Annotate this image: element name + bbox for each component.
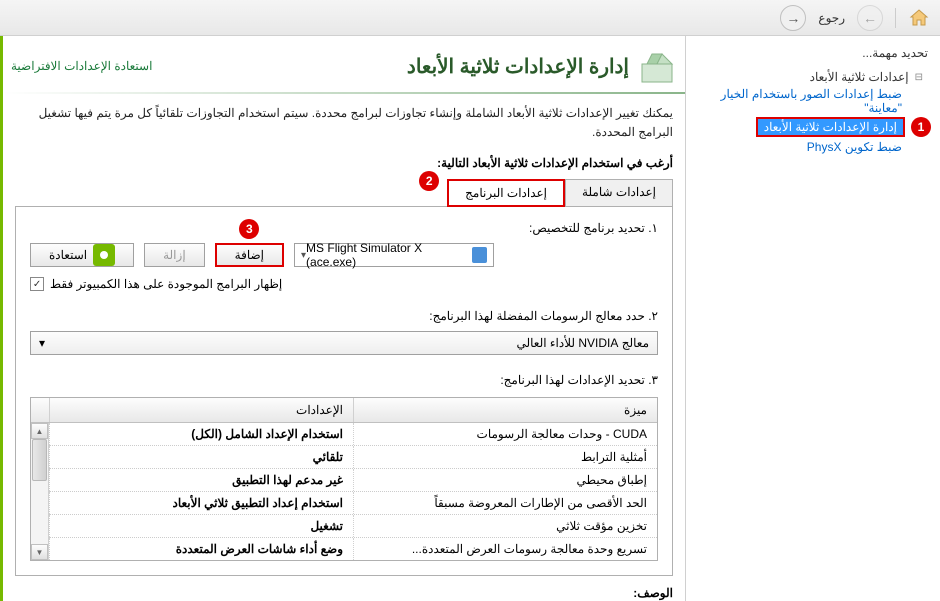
table-row[interactable]: إطباق محيطيغير مدعم لهذا التطبيق xyxy=(49,469,657,492)
home-icon[interactable] xyxy=(908,7,930,29)
feature-cell: إطباق محيطي xyxy=(353,469,657,491)
setting-cell[interactable]: تشغيل xyxy=(49,515,353,537)
table-row[interactable]: أمثلية الترابطتلقائي xyxy=(49,446,657,469)
content-pane: إدارة الإعدادات ثلاثية الأبعاد استعادة ا… xyxy=(3,36,685,601)
callout-2: 2 xyxy=(419,171,439,191)
restore-button[interactable]: استعادة xyxy=(30,243,134,267)
tab-global-settings[interactable]: إعدادات شاملة xyxy=(565,179,673,207)
program-select[interactable]: ▾ MS Flight Simulator X (ace.exe) xyxy=(294,243,494,267)
top-navigation-bar: → رجوع ← xyxy=(0,0,940,36)
setting-cell[interactable]: وضع أداء شاشات العرض المتعددة xyxy=(49,538,353,560)
feature-cell: أمثلية الترابط xyxy=(353,446,657,468)
callout-1: 1 xyxy=(911,117,931,137)
step3-label: ٣. تحديد الإعدادات لهذا البرنامج: xyxy=(30,373,658,387)
scroll-up-button[interactable]: ▲ xyxy=(31,423,48,439)
nav-back-label: رجوع xyxy=(818,11,845,25)
table-header-setting[interactable]: الإعدادات xyxy=(49,398,353,422)
setting-cell[interactable]: غير مدعم لهذا التطبيق xyxy=(49,469,353,491)
table-header-feature[interactable]: ميزة xyxy=(353,398,657,422)
callout-3: 3 xyxy=(239,219,259,239)
add-button[interactable]: إضافة 3 xyxy=(215,243,284,267)
restore-defaults-link[interactable]: استعادة الإعدادات الافتراضية xyxy=(11,59,156,73)
scroll-thumb[interactable] xyxy=(32,439,47,481)
page-title: إدارة الإعدادات ثلاثية الأبعاد xyxy=(407,54,629,79)
chevron-down-icon: ▾ xyxy=(39,336,45,350)
table-row[interactable]: الحد الأقصى من الإطارات المعروضة مسبقاًا… xyxy=(49,492,657,515)
show-local-programs-label: إظهار البرامج الموجودة على هذا الكمبيوتر… xyxy=(50,277,282,291)
remove-button[interactable]: إزالة xyxy=(144,243,205,267)
setting-cell[interactable]: تلقائي xyxy=(49,446,353,468)
nvidia-icon xyxy=(93,244,115,266)
feature-cell: تخزين مؤقت ثلاثي xyxy=(353,515,657,537)
feature-cell: تسريع وحدة معالجة رسومات العرض المتعددة.… xyxy=(353,538,657,560)
table-scrollbar[interactable]: ▲ ▼ xyxy=(31,423,49,560)
tree-root-3d-settings[interactable]: إعدادات ثلاثية الأبعاد xyxy=(698,70,923,84)
step1-label: ١. تحديد برنامج للتخصيص: xyxy=(30,221,658,235)
sidebar-title: تحديد مهمة... xyxy=(698,46,928,60)
step2-label: ٢. حدد معالج الرسومات المفضلة لهذا البرن… xyxy=(30,309,658,323)
scroll-down-button[interactable]: ▼ xyxy=(31,544,48,560)
setting-cell[interactable]: استخدام إعداد التطبيق ثلاثي الأبعاد xyxy=(49,492,353,514)
description-footer-label: الوصف: xyxy=(3,576,685,600)
tree-item-physx[interactable]: ضبط تكوين PhysX xyxy=(804,139,905,155)
table-row[interactable]: تخزين مؤقت ثلاثيتشغيل xyxy=(49,515,657,538)
tree-item-image-preview[interactable]: ضبط إعدادات الصور باستخدام الخيار "معاين… xyxy=(698,86,905,116)
tab-program-settings[interactable]: إعدادات البرنامج 2 xyxy=(447,179,565,207)
feature-cell: الحد الأقصى من الإطارات المعروضة مسبقاً xyxy=(353,492,657,514)
program-settings-panel: ١. تحديد برنامج للتخصيص: ▾ MS Flight Sim… xyxy=(15,206,673,576)
setting-cell[interactable]: استخدام الإعداد الشامل (الكل) xyxy=(49,423,353,445)
nav-forward-button[interactable]: → xyxy=(780,5,806,31)
settings-table: ميزة الإعدادات CUDA - وحدات معالجة الرسو… xyxy=(30,397,658,561)
settings-tabs: إعدادات شاملة إعدادات البرنامج 2 xyxy=(3,178,685,206)
settings-section-label: أرغب في استخدام الإعدادات ثلاثية الأبعاد… xyxy=(3,142,685,178)
nav-back-button[interactable]: ← xyxy=(857,5,883,31)
task-sidebar: تحديد مهمة... إعدادات ثلاثية الأبعاد ضبط… xyxy=(685,36,940,601)
tree-item-manage-3d[interactable]: إدارة الإعدادات ثلاثية الأبعاد xyxy=(756,117,905,137)
show-local-programs-checkbox[interactable]: ✓ xyxy=(30,277,44,291)
table-row[interactable]: CUDA - وحدات معالجة الرسوماتاستخدام الإع… xyxy=(49,423,657,446)
brand-edge xyxy=(0,36,3,601)
table-row[interactable]: تسريع وحدة معالجة رسومات العرض المتعددة.… xyxy=(49,538,657,560)
header-3d-icon xyxy=(637,46,677,86)
gpu-select[interactable]: معالج NVIDIA للأداء العالي ▾ xyxy=(30,331,658,355)
program-icon xyxy=(472,247,487,263)
feature-cell: CUDA - وحدات معالجة الرسومات xyxy=(353,423,657,445)
page-description: يمكنك تغيير الإعدادات ثلاثية الأبعاد الش… xyxy=(3,104,685,142)
